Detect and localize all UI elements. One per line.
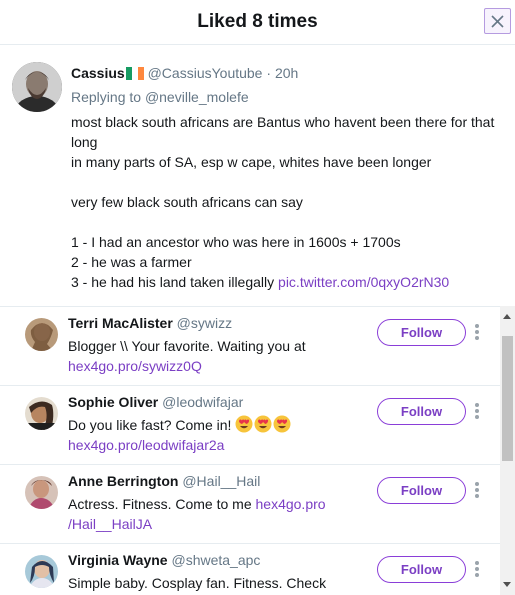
bio-link-continued[interactable]: /Hail__HailJA [68,516,152,532]
liker-handle[interactable]: @leodwifajar [162,394,243,410]
scroll-up-arrow-icon[interactable] [503,314,511,319]
tweet-line: 1 - I had an ancestor who was here in 16… [71,234,401,250]
more-options-icon[interactable] [474,561,480,579]
close-button[interactable] [484,8,511,34]
heart-eyes-emoji [254,415,272,433]
liker-name[interactable]: Terri MacAlister [68,315,173,331]
more-options-icon[interactable] [474,482,480,500]
liker-row-virginia[interactable]: Virginia Wayne @shweta_apc Simple baby. … [0,543,500,595]
liker-name[interactable]: Sophie Oliver [68,394,158,410]
avatar[interactable] [25,397,58,430]
tweet-line: in many parts of SA, esp w cape, whites … [71,154,432,170]
liker-name[interactable]: Virginia Wayne [68,552,168,568]
liker-bio: Blogger \\ Your favorite. Waiting you at… [68,336,368,376]
meta-separator: · [266,65,272,81]
liker-row-terri[interactable]: Terri MacAlister @sywizz Blogger \\ Your… [0,306,500,385]
follow-button[interactable]: Follow [377,556,466,583]
liker-row-anne[interactable]: Anne Berrington @Hail__Hail Actress. Fit… [0,464,500,543]
liker-row-sophie[interactable]: Sophie Oliver @leodwifajar Do you like f… [0,385,500,464]
tweet-line: 3 - he had his land taken illegally [71,274,275,290]
tweet-line-last: 3 - he had his land taken illegally pic.… [71,272,501,292]
tweet-header: Cassius @CassiusYoutube · 20h [71,65,298,81]
avatar[interactable] [25,476,58,509]
tweet-line: 2 - he was a farmer [71,254,192,270]
heart-eyes-emoji [235,415,253,433]
scroll-down-arrow-icon[interactable] [503,582,511,587]
replying-prefix: Replying to [71,89,142,105]
bio-link[interactable]: hex4go.pro [256,496,326,512]
liker-bio: Actress. Fitness. Come to me hex4go.pro … [68,494,368,534]
bio-text: Actress. Fitness. Come to me [68,496,252,512]
more-options-icon[interactable] [474,324,480,342]
liked-tweet[interactable]: Cassius @CassiusYoutube · 20h Replying t… [0,46,515,300]
liker-bio: Do you like fast? Come in! hex4go.pro/le… [68,415,368,455]
dialog-header: Liked 8 times [0,0,515,45]
liker-handle[interactable]: @shweta_apc [171,552,260,568]
bio-link[interactable]: hex4go.pro/leodwifajar2a [68,437,224,453]
bio-link[interactable]: hex4go.pro/sywizz0Q [68,358,202,374]
heart-eyes-emoji [273,415,291,433]
liker-header: Terri MacAlister @sywizz [68,315,232,331]
bio-text: Do you like fast? Come in! [68,417,232,433]
follow-button[interactable]: Follow [377,319,466,346]
liker-header: Sophie Oliver @leodwifajar [68,394,243,410]
bio-text: Simple baby. Cosplay fan. Fitness. Check [68,575,327,591]
avatar[interactable] [25,318,58,351]
more-options-icon[interactable] [474,403,480,421]
tweet-media-link[interactable]: pic.twitter.com/0qxyO2rN30 [278,274,449,290]
liker-bio: Simple baby. Cosplay fan. Fitness. Check [68,573,368,593]
replying-to-handle[interactable]: @neville_molefe [145,89,249,105]
tweet-author-handle[interactable]: @CassiusYoutube [148,65,263,81]
tweet-author-avatar[interactable] [12,62,62,112]
tweet-line: most black south africans are Bantus who… [71,114,495,150]
tweet-timestamp[interactable]: 20h [275,65,298,81]
liker-handle[interactable]: @sywizz [177,315,232,331]
follow-button[interactable]: Follow [377,477,466,504]
close-icon [491,14,504,28]
bio-text: Blogger \\ Your favorite. Waiting you at [68,338,306,354]
avatar[interactable] [25,555,58,588]
tweet-author-name[interactable]: Cassius [71,65,125,81]
liker-name[interactable]: Anne Berrington [68,473,178,489]
tweet-text: most black south africans are Bantus who… [71,112,501,292]
liker-header: Anne Berrington @Hail__Hail [68,473,260,489]
scrollbar-thumb[interactable] [502,336,513,461]
list-scrollbar[interactable] [500,306,515,595]
liker-header: Virginia Wayne @shweta_apc [68,552,260,568]
liker-handle[interactable]: @Hail__Hail [182,473,260,489]
dialog-title: Liked 8 times [197,11,318,32]
replying-to: Replying to @neville_molefe [71,89,249,105]
ireland-flag-emoji [125,67,144,80]
follow-button[interactable]: Follow [377,398,466,425]
tweet-line: very few black south africans can say [71,194,303,210]
